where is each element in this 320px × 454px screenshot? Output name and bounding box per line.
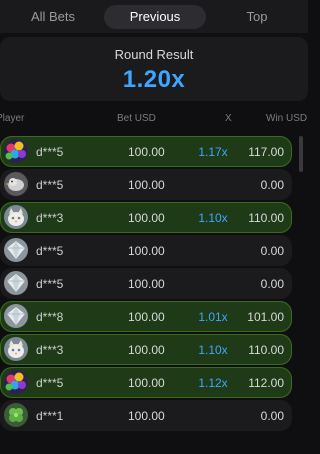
bet-amount: 100.00 <box>128 145 165 159</box>
bet-row: d***1 100.00 0.00 <box>0 400 292 431</box>
tab-all-bets[interactable]: All Bets <box>2 5 104 29</box>
win-amount: 0.00 <box>260 277 284 291</box>
bet-amount: 100.00 <box>128 277 165 291</box>
player-name: d***5 <box>36 145 64 159</box>
diamond-avatar-icon <box>4 271 28 295</box>
bet-amount: 100.00 <box>128 409 165 423</box>
win-amount: 112.00 <box>248 376 284 390</box>
cashout-multiplier: 1.10x <box>198 211 228 225</box>
round-result-label: Round Result <box>114 47 194 62</box>
bet-row: d***5 100.00 0.00 <box>0 235 292 266</box>
player-name: d***8 <box>36 310 64 324</box>
bet-row: d***3 100.00 1.10x 110.00 <box>0 334 292 365</box>
bird-avatar-icon <box>4 172 28 196</box>
player-name: d***5 <box>36 178 64 192</box>
win-amount: 110.00 <box>248 211 284 225</box>
win-amount: 0.00 <box>260 409 284 423</box>
diamond-avatar-icon <box>4 238 28 262</box>
column-header-bet: Bet USD <box>117 113 156 124</box>
round-result-card: Round Result 1.20x <box>0 37 308 101</box>
bet-row: d***5 100.00 1.12x 112.00 <box>0 367 292 398</box>
bet-row: d***3 100.00 1.10x 110.00 <box>0 202 292 233</box>
cashout-multiplier: 1.17x <box>198 145 228 159</box>
balloons-avatar-icon <box>4 370 28 394</box>
bet-row: d***5 100.00 1.17x 117.00 <box>0 136 292 167</box>
clover-avatar-icon <box>4 403 28 427</box>
win-amount: 0.00 <box>260 178 284 192</box>
bets-tab-bar: All Bets Previous Top <box>0 0 308 33</box>
player-name: d***3 <box>36 211 64 225</box>
bets-panel: All Bets Previous Top Round Result 1.20x… <box>0 0 308 454</box>
win-amount: 117.00 <box>248 145 284 159</box>
tab-top[interactable]: Top <box>206 5 308 29</box>
cat-avatar-icon <box>4 337 28 361</box>
column-header-win: Win USD <box>266 113 308 124</box>
cashout-multiplier: 1.01x <box>198 310 228 324</box>
win-amount: 0.00 <box>260 244 284 258</box>
bet-amount: 100.00 <box>128 211 165 225</box>
bet-amount: 100.00 <box>128 178 165 192</box>
player-name: d***1 <box>36 409 64 423</box>
player-name: d***3 <box>36 343 64 357</box>
cashout-multiplier: 1.12x <box>198 376 228 390</box>
cashout-multiplier: 1.10x <box>198 343 228 357</box>
bet-row: d***5 100.00 0.00 <box>0 268 292 299</box>
bet-row: d***8 100.00 1.01x 101.00 <box>0 301 292 332</box>
column-headers: Player Bet USD X Win USD <box>0 110 308 128</box>
player-name: d***5 <box>36 277 64 291</box>
bet-row: d***5 100.00 0.00 <box>0 169 292 200</box>
bet-amount: 100.00 <box>128 310 165 324</box>
win-amount: 110.00 <box>248 343 284 357</box>
round-result-value: 1.20x <box>122 66 186 93</box>
balloons-avatar-icon <box>4 139 28 163</box>
player-name: d***5 <box>36 376 64 390</box>
player-name: d***5 <box>36 244 64 258</box>
bet-amount: 100.00 <box>128 343 165 357</box>
cat-avatar-icon <box>4 205 28 229</box>
win-amount: 101.00 <box>247 310 284 324</box>
column-header-player: Player <box>0 113 25 124</box>
diamond-avatar-icon <box>4 304 28 328</box>
bet-amount: 100.00 <box>128 376 165 390</box>
column-header-multiplier: X <box>225 113 232 124</box>
list-scrollbar[interactable] <box>299 136 303 172</box>
bet-amount: 100.00 <box>128 244 165 258</box>
tab-previous[interactable]: Previous <box>104 4 206 29</box>
